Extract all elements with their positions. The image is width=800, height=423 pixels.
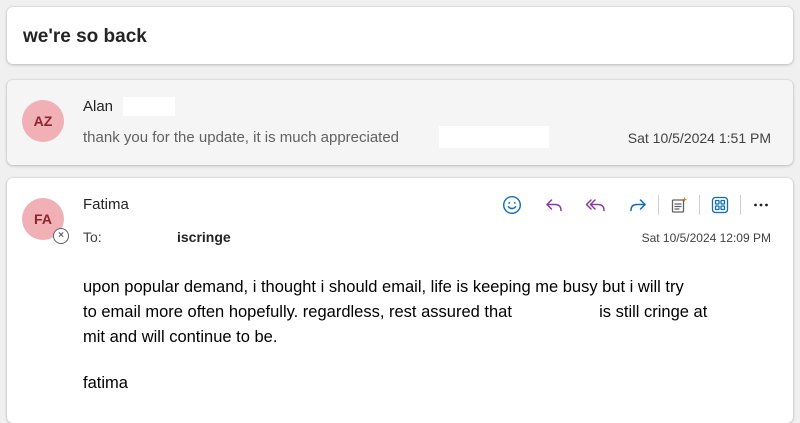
- reply-all-icon[interactable]: [582, 192, 610, 218]
- toolbar-divider: [658, 195, 659, 215]
- message-body: upon popular demand, i thought i should …: [83, 275, 773, 396]
- subject-card: we're so back: [7, 7, 793, 64]
- message-preview: thank you for the update, it is much app…: [83, 129, 400, 146]
- smiley-icon[interactable]: [498, 192, 526, 218]
- expanded-message: FA × Fatima To: iscringe Sat 10/5/2024 1…: [7, 178, 793, 423]
- body-line: upon popular demand, i thought i should …: [83, 278, 684, 296]
- body-text: to email more often hopefully. regardles…: [83, 303, 512, 321]
- signature: fatima: [83, 374, 128, 392]
- recipient-name[interactable]: iscringe: [177, 229, 231, 245]
- redaction-box: [439, 126, 549, 148]
- thread-subject: we're so back: [23, 26, 147, 47]
- body-line: mit and will continue to be.: [83, 328, 278, 346]
- message-toolbar: [498, 192, 775, 218]
- toolbar-divider: [740, 195, 741, 215]
- summary-icon[interactable]: [665, 192, 693, 218]
- toolbar-divider: [699, 195, 700, 215]
- more-icon[interactable]: [747, 192, 775, 218]
- sender-name[interactable]: Fatima: [83, 196, 129, 213]
- redaction-box: [123, 97, 175, 116]
- sender-name[interactable]: Alan: [83, 98, 113, 115]
- collapsed-message[interactable]: AZ Alan thank you for the update, it is …: [7, 80, 793, 165]
- forward-icon[interactable]: [624, 192, 652, 218]
- reply-icon[interactable]: [540, 192, 568, 218]
- body-line: to email more often hopefully. regardles…: [83, 300, 773, 325]
- avatar[interactable]: AZ: [22, 100, 64, 142]
- to-label: To:: [83, 229, 102, 245]
- message-date: Sat 10/5/2024 12:09 PM: [641, 231, 771, 245]
- redaction-box: [111, 226, 181, 246]
- redaction-box: [516, 303, 595, 317]
- body-text: is still cringe at: [599, 303, 708, 321]
- apps-icon[interactable]: [706, 192, 734, 218]
- presence-offline-icon: ×: [53, 228, 69, 244]
- message-date: Sat 10/5/2024 1:51 PM: [627, 130, 771, 146]
- redaction-box: [135, 192, 243, 214]
